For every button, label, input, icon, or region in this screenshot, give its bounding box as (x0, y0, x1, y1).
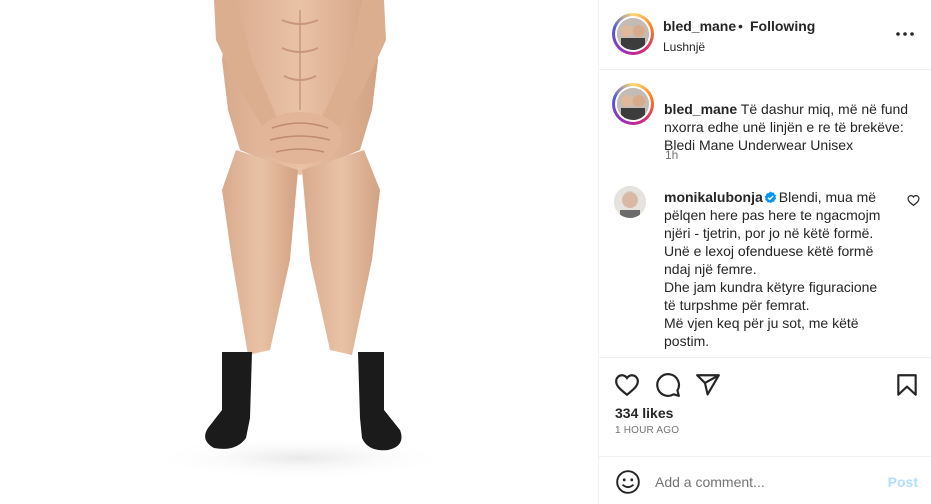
caption-username[interactable]: bled_mane (664, 101, 737, 117)
post-location[interactable]: Lushnjë (663, 40, 705, 54)
comment-line-9: postim. (664, 333, 710, 349)
comment-line-2: pëlqen here pas here te ngacmojm (664, 207, 881, 223)
likes-count[interactable]: 334 likes (615, 405, 673, 421)
comment-line-4: Unë e lexoj ofenduese këtë formë (664, 243, 874, 259)
post-button[interactable]: Post (888, 474, 918, 490)
comments-section[interactable]: bled_mane Të dashur miq, më në fund nxor… (599, 71, 931, 357)
following-button[interactable]: Following (750, 18, 815, 34)
commenter-username[interactable]: monikalubonja (664, 189, 763, 205)
author-username[interactable]: bled_mane (663, 18, 736, 34)
avatar-photo-icon (614, 186, 646, 218)
post-panel: bled_mane • Following Lushnjë bled_mane … (598, 0, 931, 504)
add-comment-bar: Post (599, 456, 931, 504)
commenter-avatar[interactable] (614, 186, 646, 218)
post-media[interactable] (0, 0, 598, 504)
author-avatar[interactable] (612, 13, 654, 55)
comment-line-1: Blendi, mua më (778, 189, 877, 205)
caption-text-block: bled_mane Të dashur miq, më në fund nxor… (664, 100, 924, 154)
comment-line-3: njëri - tjetrin, por jo në këtë formë. (664, 225, 874, 241)
share-icon[interactable] (695, 372, 721, 398)
heart-icon[interactable] (614, 372, 640, 398)
caption-avatar[interactable] (612, 83, 654, 125)
caption-time: 1h (665, 148, 679, 162)
actions-bar: 334 likes 1 HOUR AGO (599, 357, 931, 452)
comment-input[interactable] (655, 471, 875, 493)
avatar-photo-icon (617, 18, 649, 50)
comment-line-8: Më vjen keq për ju sot, me këtë (664, 315, 859, 331)
post-time-ago: 1 HOUR AGO (615, 425, 680, 436)
more-options-icon[interactable] (894, 26, 916, 42)
comment-line-7: të turpshme për femrat. (664, 297, 810, 313)
heart-small-icon[interactable] (907, 194, 920, 207)
emoji-icon[interactable] (615, 469, 641, 495)
comment-line-5: ndaj një femre. (664, 261, 757, 277)
post-header: bled_mane • Following Lushnjë (599, 0, 931, 70)
bookmark-icon[interactable] (894, 372, 920, 398)
post-photo (0, 0, 598, 504)
comment-text: monikalubonja Blendi, mua më pëlqen here p… (664, 188, 896, 350)
comment-icon[interactable] (655, 372, 681, 398)
avatar-photo-icon (617, 88, 649, 120)
verified-badge-icon (764, 191, 776, 204)
comment-line-6: Dhe jam kundra këtyre figuracione (664, 279, 878, 295)
separator-dot: • (738, 18, 743, 34)
